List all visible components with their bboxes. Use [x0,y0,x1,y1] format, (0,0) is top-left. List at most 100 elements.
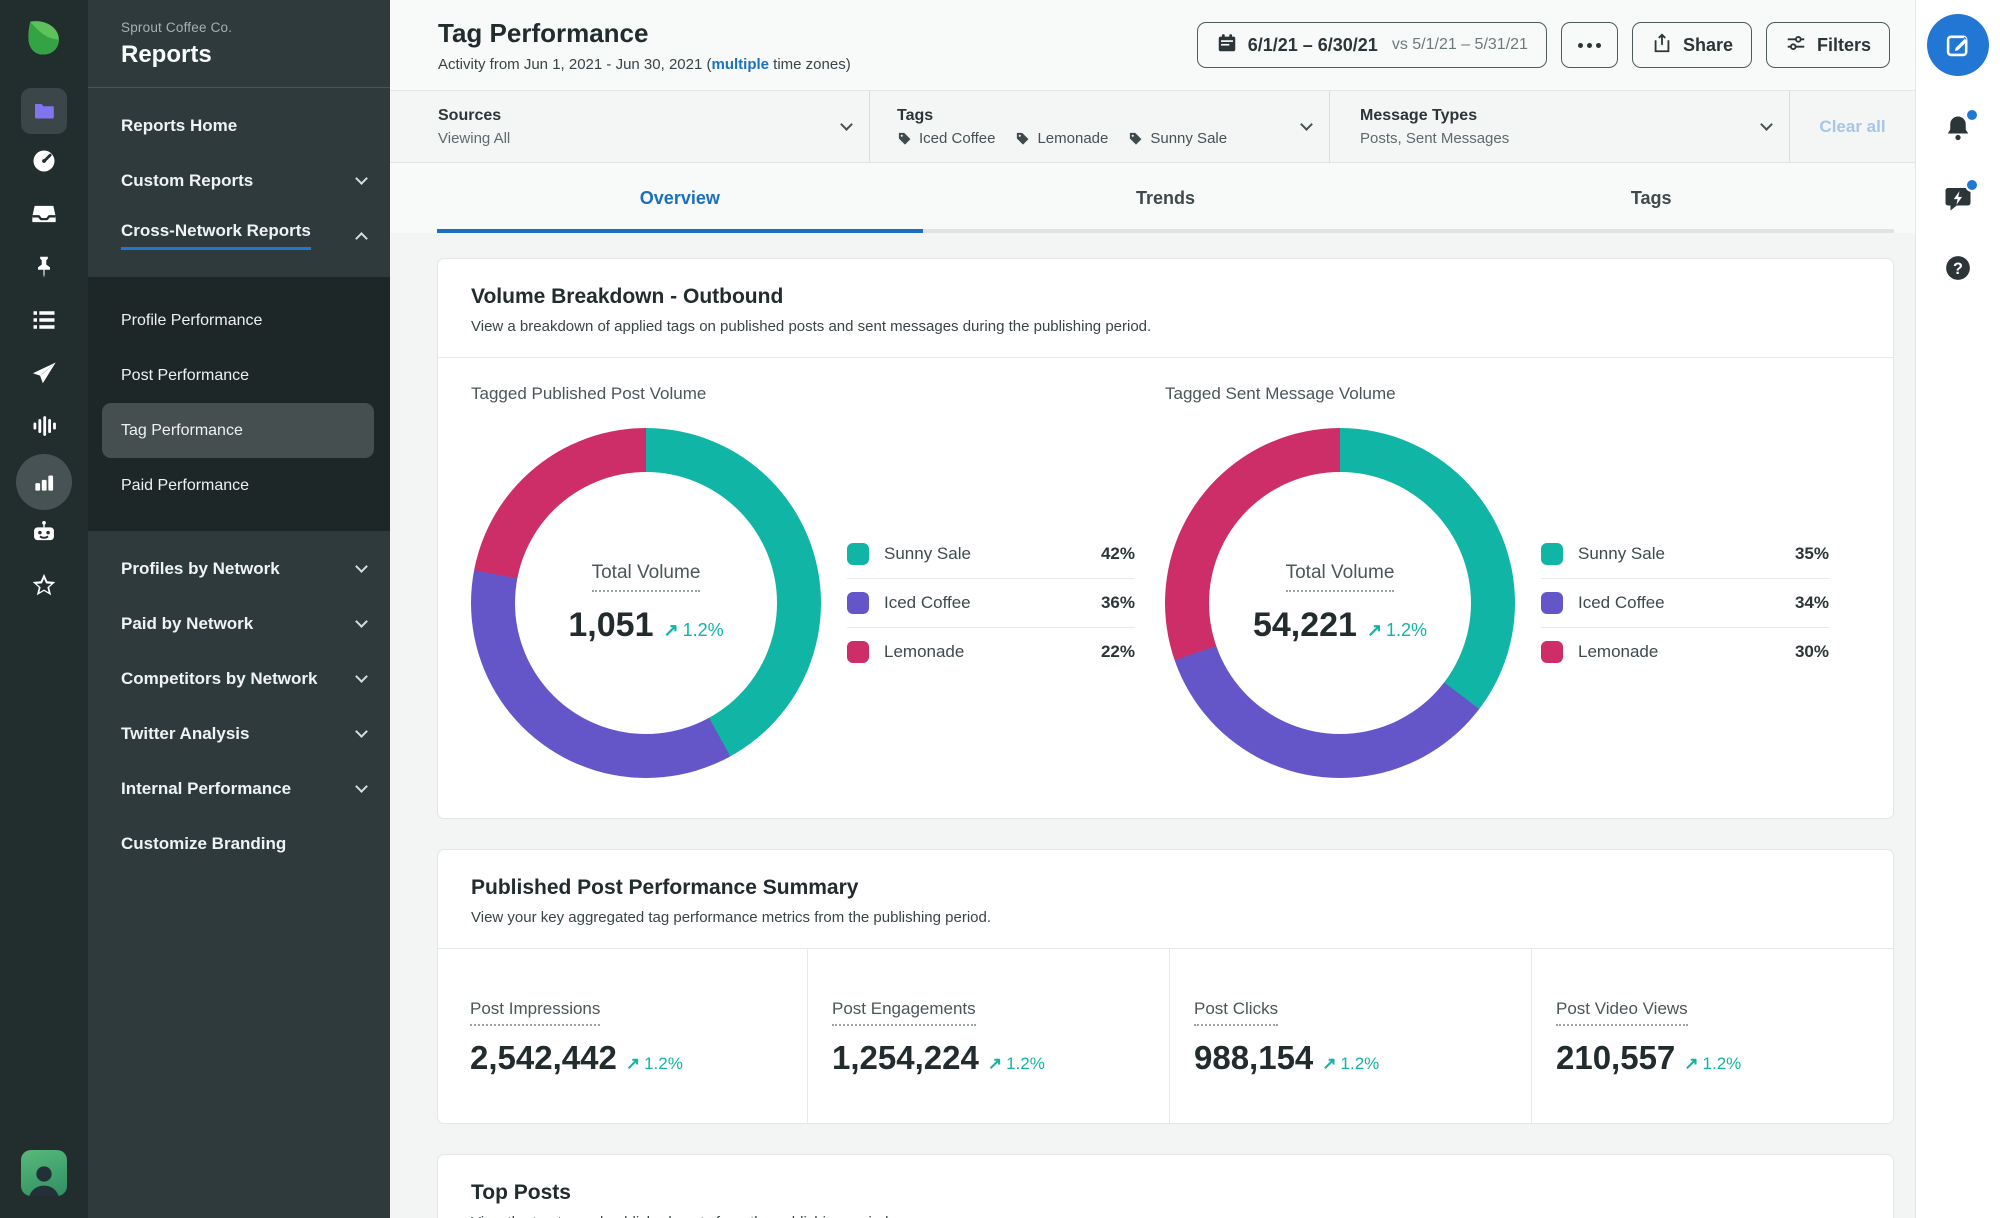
metric-value: 1,254,224 [832,1039,979,1076]
chart-title: Tagged Published Post Volume [471,384,707,403]
sprout-logo-icon [21,14,67,60]
notification-badge [1965,108,1979,122]
volume-breakdown-description: View a breakdown of applied tags on publ… [471,318,1152,335]
company-name: Sprout Coffee Co. [121,20,233,35]
publishing-button[interactable] [0,349,88,402]
calendar-icon [1216,32,1238,59]
more-options-button[interactable] [1560,22,1618,68]
metric-post-clicks: Post Clicks 988,154 ↗ 1.2% [1169,949,1531,1123]
sidebar-item-post-performance[interactable]: Post Performance [88,348,390,403]
tasks-button[interactable] [0,296,88,349]
top-posts-header: Top Posts View the top tagged published … [438,1155,1893,1218]
chevron-down-icon [840,118,853,131]
multiple-timezones-link[interactable]: multiple [711,56,769,73]
change-badge: ↗ 1.2% [1322,1054,1379,1074]
feedback-badge [1965,178,1979,192]
donut-chart: Total Volume 1,051 ↗ 1.2% [471,428,821,778]
page-title: Tag Performance [438,17,649,48]
chevron-down-icon [355,172,368,185]
dashboard-button[interactable] [0,137,88,190]
tag-chip: Iced Coffee [897,130,995,147]
message-types-filter[interactable]: Message Types Posts, Sent Messages [1330,91,1790,162]
share-button-label: Share [1682,34,1733,55]
tag-icon [898,132,911,145]
metric-post-impressions: Post Impressions 2,542,442 ↗ 1.2% [438,949,807,1123]
filters-button[interactable]: Filters [1765,22,1890,68]
paper-plane-icon [30,359,58,392]
share-button[interactable]: Share [1631,22,1752,68]
metric-label: Post Impressions [470,999,601,1026]
chevron-up-icon [355,232,368,245]
donut-center: Total Volume 1,051 ↗ 1.2% [515,472,777,734]
notifications-button[interactable] [1940,108,1979,146]
sidebar-item-internal-performance[interactable]: Internal Performance [88,761,390,816]
sidebar-item-label: Custom Reports [121,170,254,190]
sidebar-item-reports-home[interactable]: Reports Home [88,98,390,153]
tags-filter[interactable]: Tags Iced Coffee Lemonade Sunny Sale [870,91,1330,162]
reports-button-active[interactable] [0,453,88,510]
pinned-button[interactable] [0,243,88,296]
volume-breakdown-title: Volume Breakdown - Outbound [471,285,784,308]
chevron-down-icon [355,670,368,683]
utility-rail: ? [1915,0,2000,1218]
legend-percent: 22% [1100,642,1135,661]
sidebar-item-cross-network-reports[interactable]: Cross-Network Reports [88,208,390,263]
tab-tags[interactable]: Tags [1408,163,1894,233]
sidebar-item-custom-reports[interactable]: Custom Reports [88,153,390,208]
metric-post-engagements: Post Engagements 1,254,224 ↗ 1.2% [807,949,1169,1123]
plan-button[interactable] [0,84,88,137]
sidebar-item-competitors-by-network[interactable]: Competitors by Network [88,651,390,706]
volume-breakdown-card: Volume Breakdown - Outbound View a break… [437,258,1894,819]
automation-button[interactable] [0,508,88,561]
filter-sliders-icon [1785,32,1807,59]
sidebar-item-profile-performance[interactable]: Profile Performance [88,293,390,348]
waveform-icon [30,412,58,445]
user-avatar[interactable] [21,1150,67,1196]
legend-swatch [1541,543,1563,565]
sidebar-item-customize-branding[interactable]: Customize Branding [88,816,390,871]
star-icon [30,571,58,604]
gauge-icon [30,147,58,180]
sidebar-item-label: Competitors by Network [121,668,318,688]
rail-items [0,84,88,614]
tag-chip: Lemonade [1015,130,1108,147]
tag-chips: Iced Coffee Lemonade Sunny Sale [897,130,1292,147]
inbox-button[interactable] [0,190,88,243]
change-badge: ↗ 1.2% [1367,620,1427,641]
donut-charts-row: Tagged Published Post Volume Total Volum… [438,358,1893,818]
bar-chart-icon [16,453,72,510]
sidebar-item-paid-by-network[interactable]: Paid by Network [88,596,390,651]
legend-row: Sunny Sale 35% [1541,530,1829,578]
legend-label: Iced Coffee [1578,593,1665,612]
feedback-button[interactable] [1940,178,1979,216]
up-arrow-icon: ↗ [987,1054,1003,1073]
sidebar-item-twitter-analysis[interactable]: Twitter Analysis [88,706,390,761]
tab-trends[interactable]: Trends [923,163,1409,233]
chevron-down-icon [1300,118,1313,131]
pushpin-icon [31,254,57,285]
sidebar-item-paid-performance[interactable]: Paid Performance [88,458,390,513]
legend-label: Lemonade [1578,642,1659,661]
change-value: 1.2% [682,619,724,640]
sources-filter[interactable]: Sources Viewing All [390,91,870,162]
change-value: 1.2% [1702,1054,1742,1073]
clear-all-button[interactable]: Clear all [1790,91,1915,162]
metric-label: Post Clicks [1194,999,1279,1026]
legend-swatch [847,543,869,565]
sidebar-title: Reports [121,41,212,68]
legend-label: Sunny Sale [884,544,971,563]
legend-percent: 42% [1100,544,1135,563]
help-button[interactable]: ? [1940,250,1976,286]
sidebar-item-profiles-by-network[interactable]: Profiles by Network [88,541,390,596]
total-volume-value: 1,051 [568,605,654,644]
volume-breakdown-header: Volume Breakdown - Outbound View a break… [438,259,1893,358]
total-volume-label: Total Volume [591,562,701,592]
tab-overview[interactable]: Overview [437,163,923,233]
listening-button[interactable] [0,402,88,455]
compose-pencil-icon [1946,35,1968,57]
date-range-button[interactable]: 6/1/21 – 6/30/21 vs 5/1/21 – 5/31/21 [1196,22,1547,68]
reports-sidebar: Sprout Coffee Co. Reports Reports Home C… [88,0,390,1218]
favorites-button[interactable] [0,561,88,614]
compose-button[interactable] [1927,14,1989,76]
sidebar-item-tag-performance-selected[interactable]: Tag Performance [102,403,374,458]
